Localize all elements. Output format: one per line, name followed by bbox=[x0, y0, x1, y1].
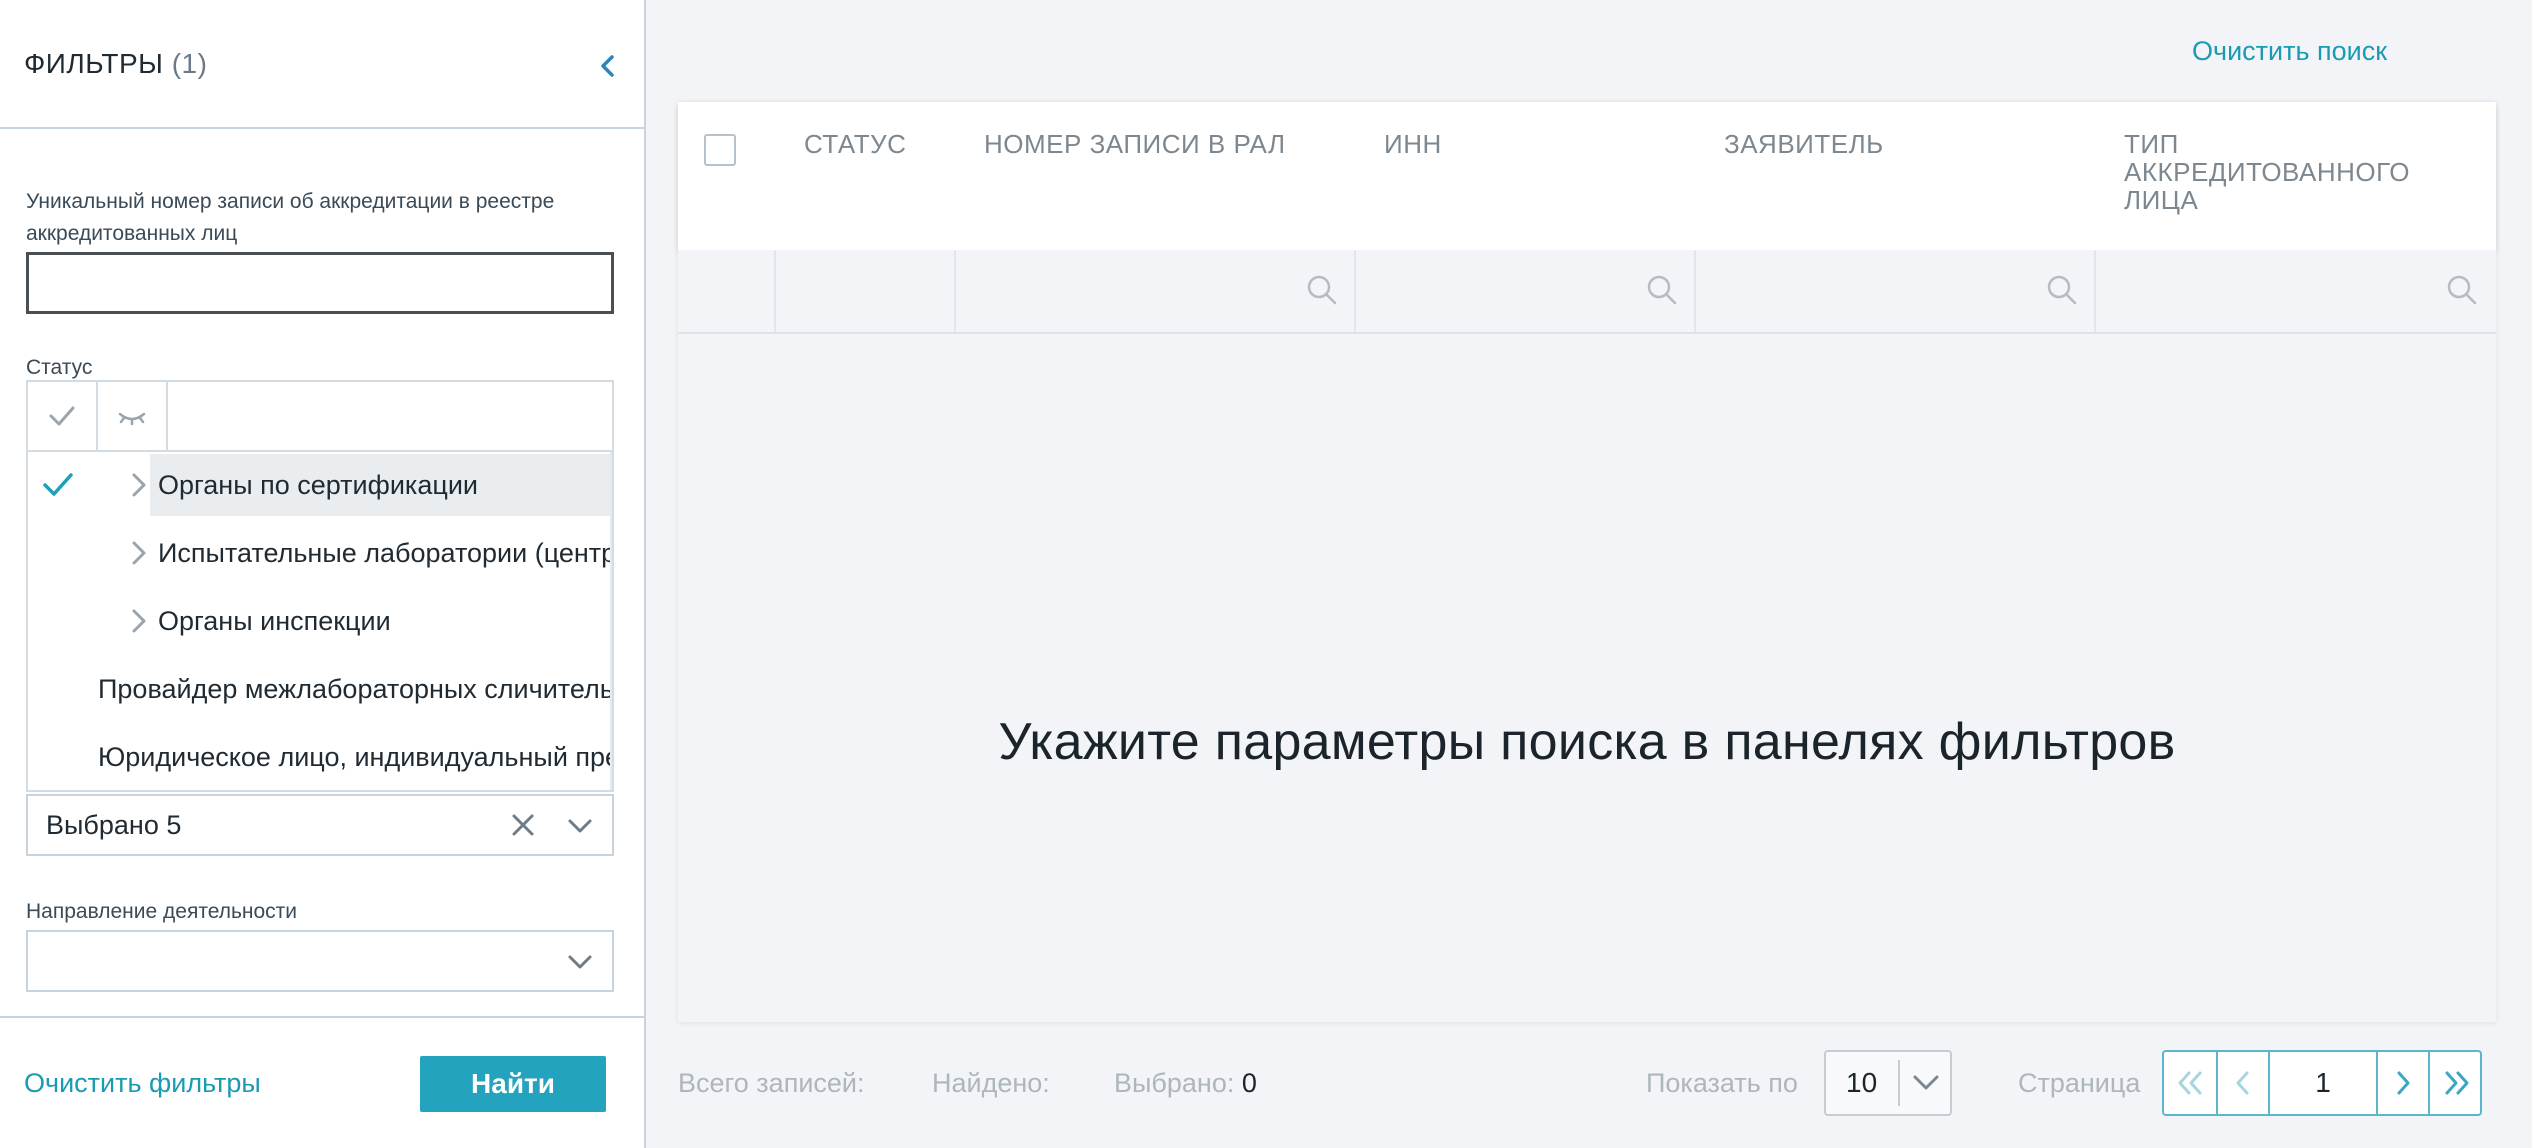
per-page-label: Показать по bbox=[1646, 1068, 1798, 1098]
applicant-column-filter[interactable] bbox=[1694, 250, 2094, 332]
close-icon[interactable] bbox=[508, 810, 538, 840]
first-page-button[interactable] bbox=[2164, 1052, 2218, 1114]
chevron-right-icon[interactable] bbox=[128, 538, 150, 568]
accreditation-number-input[interactable] bbox=[26, 252, 614, 314]
selected-records: Выбрано: 0 bbox=[1114, 1068, 1257, 1099]
found-records: Найдено: bbox=[932, 1068, 1050, 1099]
check-all-icon bbox=[49, 406, 75, 426]
status-list-scrollbar[interactable] bbox=[610, 452, 612, 790]
status-option-label: Юридическое лицо, индивидуальный предпри… bbox=[98, 742, 612, 772]
last-page-button[interactable] bbox=[2430, 1052, 2480, 1114]
current-page[interactable]: 1 bbox=[2270, 1052, 2378, 1114]
column-header-applicant[interactable]: ЗАЯВИТЕЛЬ bbox=[1724, 130, 1884, 158]
status-selected-summary: Выбрано 5 bbox=[46, 810, 182, 840]
total-records: Всего записей: bbox=[678, 1068, 865, 1099]
search-icon[interactable] bbox=[2046, 274, 2078, 306]
selected-records-value: 0 bbox=[1241, 1068, 1257, 1098]
chevron-right-icon[interactable] bbox=[128, 606, 150, 636]
column-filter-row bbox=[678, 250, 2496, 334]
filters-title-text: ФИЛЬТРЫ bbox=[24, 48, 164, 79]
ral-number-column-filter[interactable] bbox=[954, 250, 1354, 332]
status-option-label: Органы инспекции bbox=[158, 606, 391, 636]
status-option-inspection-bodies[interactable]: Органы инспекции bbox=[28, 588, 612, 654]
clear-filters-link[interactable]: Очистить фильтры bbox=[24, 1068, 261, 1099]
clear-search-link[interactable]: Очистить поиск bbox=[2192, 36, 2387, 67]
hide-icon bbox=[118, 412, 146, 426]
chevron-down-icon bbox=[1913, 1075, 1939, 1090]
chevron-left-icon bbox=[2236, 1071, 2249, 1095]
select-all-button[interactable] bbox=[28, 382, 98, 450]
per-page-divider bbox=[1898, 1060, 1900, 1106]
chevron-right-icon bbox=[2397, 1071, 2410, 1095]
total-records-label: Всего записей: bbox=[678, 1068, 865, 1098]
selected-records-label: Выбрано: bbox=[1114, 1068, 1235, 1098]
table-header: СТАТУС НОМЕР ЗАПИСИ В РАЛ ИНН ЗАЯВИТЕЛЬ … bbox=[678, 102, 2496, 250]
status-option-certification-bodies[interactable]: Органы по сертификации bbox=[28, 452, 612, 518]
column-header-inn[interactable]: ИНН bbox=[1384, 130, 1442, 158]
filters-count: (1) bbox=[171, 48, 208, 79]
found-records-label: Найдено: bbox=[932, 1068, 1050, 1098]
search-icon[interactable] bbox=[2446, 274, 2478, 306]
double-chevron-right-icon bbox=[2445, 1071, 2469, 1095]
chevron-down-icon bbox=[568, 955, 592, 969]
collapse-sidebar-button[interactable] bbox=[592, 50, 624, 82]
accreditation-number-label: Уникальный номер записи об аккредитации … bbox=[26, 190, 555, 245]
chevron-left-icon bbox=[601, 55, 614, 77]
column-header-status[interactable]: СТАТУС bbox=[804, 130, 906, 158]
status-column-filter[interactable] bbox=[774, 250, 954, 332]
filters-footer: Очистить фильтры Найти bbox=[0, 1016, 644, 1148]
status-option-testing-labs[interactable]: Испытательные лаборатории (центры) bbox=[28, 520, 614, 586]
status-option-label: Испытательные лаборатории (центры) bbox=[158, 538, 614, 568]
double-chevron-left-icon bbox=[2178, 1071, 2202, 1095]
per-page-select[interactable]: 10 bbox=[1824, 1050, 1952, 1116]
empty-state-message: Укажите параметры поиска в панелях фильт… bbox=[998, 713, 2176, 771]
status-toolbar bbox=[28, 382, 612, 452]
per-page-value: 10 bbox=[1846, 1067, 1878, 1098]
results-table: СТАТУС НОМЕР ЗАПИСИ В РАЛ ИНН ЗАЯВИТЕЛЬ … bbox=[678, 102, 2496, 1022]
next-page-button[interactable] bbox=[2378, 1052, 2430, 1114]
select-all-checkbox[interactable] bbox=[704, 134, 736, 166]
search-icon[interactable] bbox=[1646, 274, 1678, 306]
prev-page-button[interactable] bbox=[2218, 1052, 2270, 1114]
status-option-proficiency-provider[interactable]: Провайдер межлабораторных сличительных и… bbox=[28, 656, 614, 722]
filters-title: ФИЛЬТРЫ (1) bbox=[24, 48, 207, 80]
status-option-label: Провайдер межлабораторных сличительных и… bbox=[98, 674, 614, 704]
activity-direction-select[interactable] bbox=[26, 930, 614, 992]
status-option-label: Органы по сертификации bbox=[158, 470, 478, 500]
activity-direction-label: Направление деятельности bbox=[26, 900, 298, 923]
filters-sidebar: ФИЛЬТРЫ (1) Уникальный номер записи об а… bbox=[0, 0, 646, 1148]
filters-header: ФИЛЬТРЫ (1) bbox=[0, 0, 644, 129]
column-header-ral-number[interactable]: НОМЕР ЗАПИСИ В РАЛ bbox=[984, 130, 1286, 158]
status-option-legal-entity[interactable]: Юридическое лицо, индивидуальный предпри… bbox=[28, 724, 612, 790]
deselect-all-button[interactable] bbox=[98, 382, 168, 450]
find-button[interactable]: Найти bbox=[420, 1056, 606, 1112]
status-select[interactable]: Выбрано 5 bbox=[26, 794, 614, 856]
page-label: Страница bbox=[2018, 1068, 2141, 1098]
inn-column-filter[interactable] bbox=[1354, 250, 1694, 332]
pagination: 1 bbox=[2162, 1050, 2482, 1116]
chevron-down-icon bbox=[568, 819, 592, 833]
column-header-accredited-type[interactable]: ТИП АККРЕДИТОВАННОГО ЛИЦА bbox=[2124, 130, 2454, 214]
status-search-input[interactable] bbox=[168, 382, 612, 450]
status-multiselect: Органы по сертификации Испытательные лаб… bbox=[26, 380, 614, 792]
checkmark-icon bbox=[43, 473, 73, 496]
chevron-right-icon[interactable] bbox=[128, 470, 150, 500]
search-icon[interactable] bbox=[1306, 274, 1338, 306]
accredited-type-column-filter[interactable] bbox=[2094, 250, 2496, 332]
